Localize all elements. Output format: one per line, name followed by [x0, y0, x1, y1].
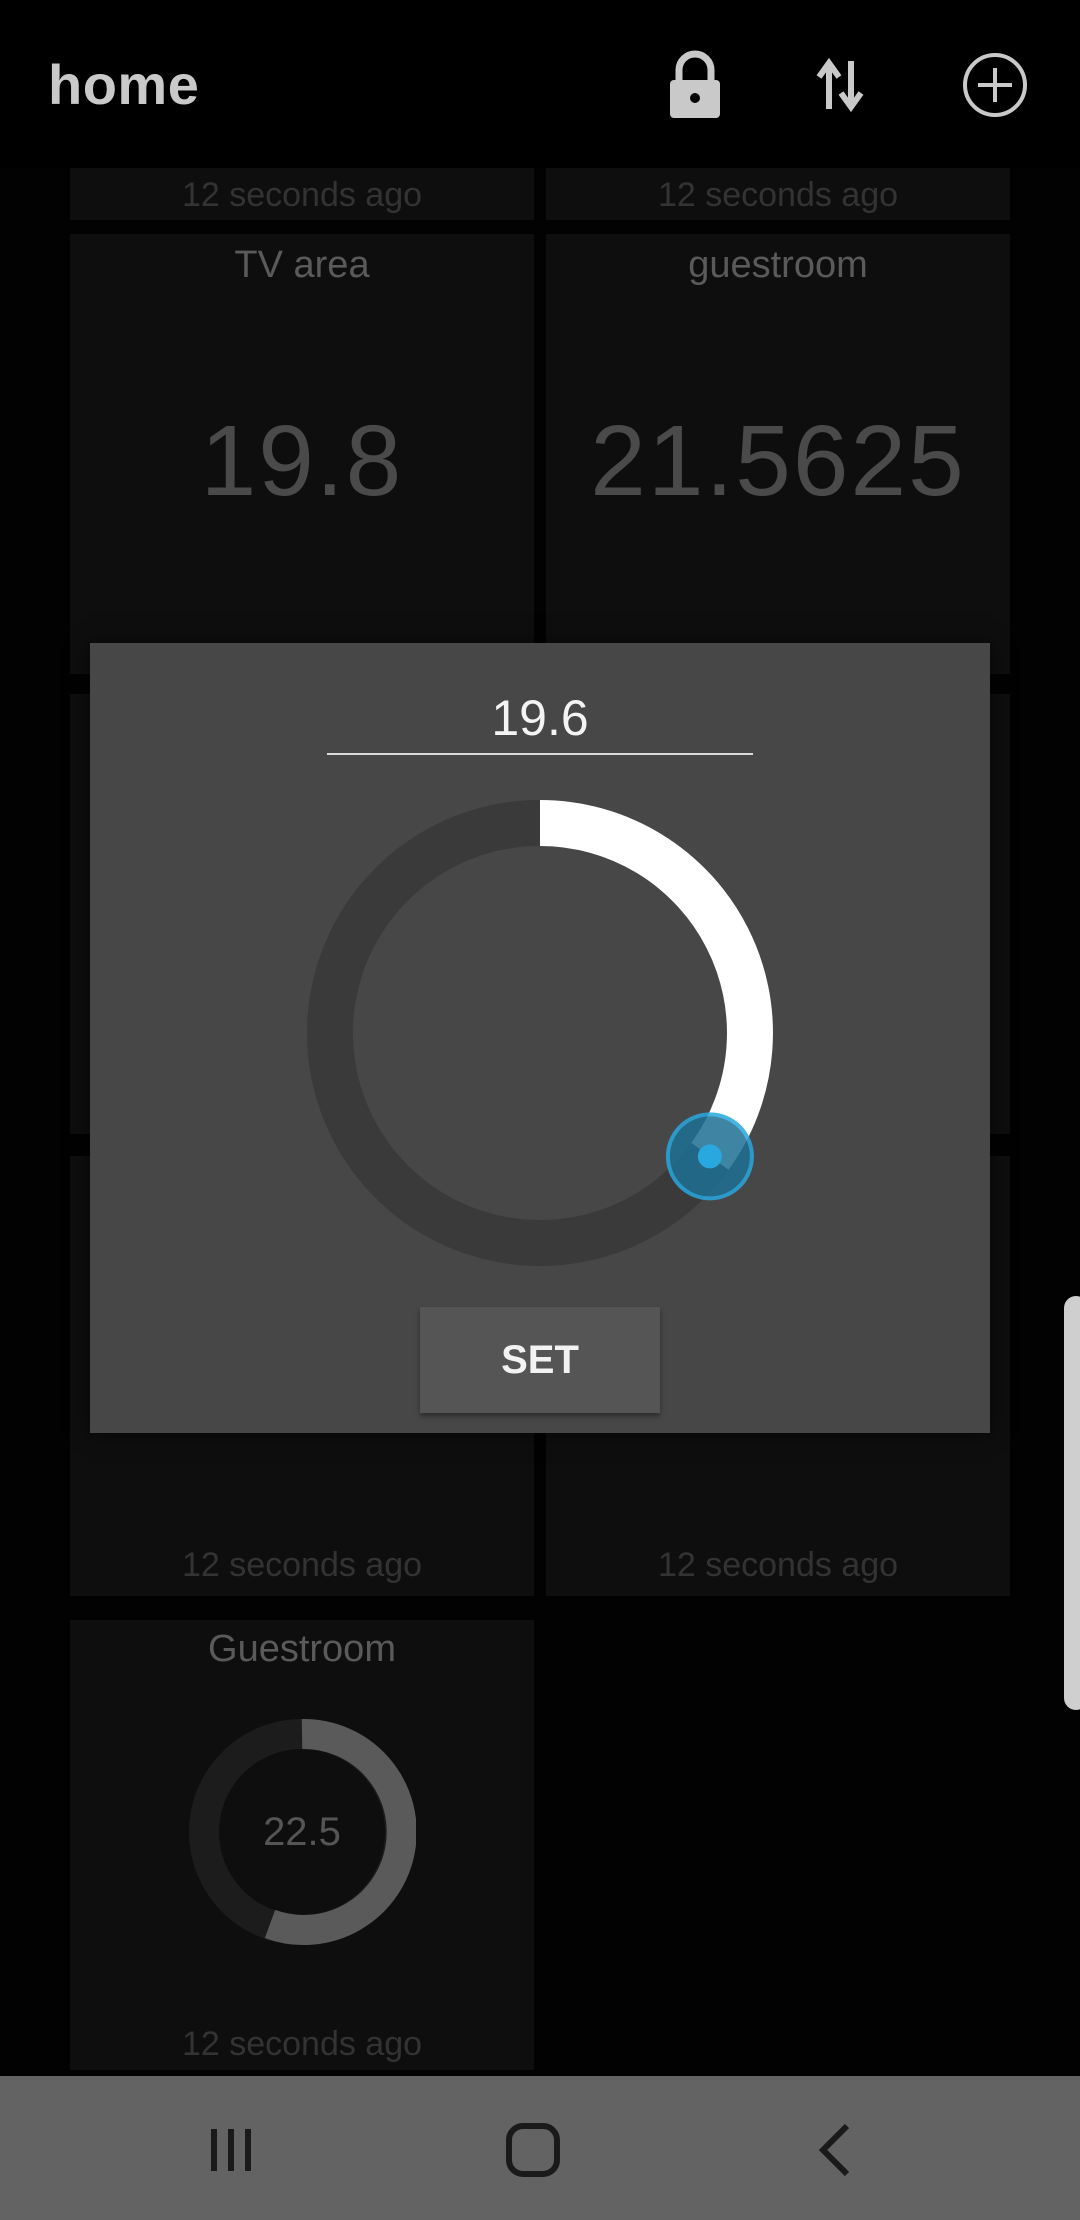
tile-gauge-value: 22.5: [263, 1810, 341, 1854]
tile-top-right[interactable]: 12 seconds ago: [546, 168, 1010, 220]
set-button[interactable]: SET: [420, 1307, 660, 1413]
tile-guestroom[interactable]: guestroom 21.5625: [546, 234, 1010, 674]
home-icon[interactable]: [488, 2112, 578, 2188]
lock-icon[interactable]: [650, 40, 740, 130]
system-nav-bar: [0, 2076, 1080, 2220]
tile-timestamp: 12 seconds ago: [657, 1546, 899, 1584]
tile-tv-area[interactable]: TV area 19.8: [70, 234, 534, 674]
tile-title: TV area: [234, 244, 370, 286]
scrollbar-handle[interactable]: [1064, 1296, 1080, 1710]
back-icon[interactable]: [790, 2112, 880, 2188]
tile-timestamp: 12 seconds ago: [181, 176, 423, 214]
app-bar: home: [0, 0, 1080, 168]
tile-top-left[interactable]: 12 seconds ago: [70, 168, 534, 220]
tile-value: 19.8: [200, 405, 404, 517]
tile-title: Guestroom: [208, 1628, 396, 1670]
value-dial[interactable]: [307, 800, 773, 1266]
tile-value: 21.5625: [590, 405, 966, 517]
tile-timestamp: 12 seconds ago: [181, 2025, 423, 2063]
dial-thumb[interactable]: [665, 1112, 754, 1201]
sort-arrows-icon[interactable]: [795, 40, 885, 130]
recents-icon[interactable]: [186, 2112, 276, 2188]
dial-progress: [539, 800, 773, 1170]
tile-timestamp: 12 seconds ago: [657, 176, 899, 214]
tile-guestroom-gauge[interactable]: Guestroom 22.5 12 seconds ago: [70, 1620, 534, 2070]
add-circle-icon[interactable]: [950, 40, 1040, 130]
set-value-dialog: SET: [90, 643, 990, 1433]
tile-title: guestroom: [688, 244, 868, 286]
app-title: home: [48, 53, 200, 116]
value-input[interactable]: [327, 683, 753, 755]
tile-timestamp: 12 seconds ago: [181, 1546, 423, 1584]
